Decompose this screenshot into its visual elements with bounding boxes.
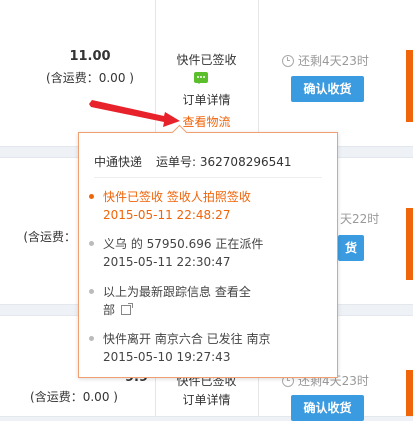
annotation-arrow (89, 100, 180, 127)
arrow-shape (89, 100, 180, 127)
